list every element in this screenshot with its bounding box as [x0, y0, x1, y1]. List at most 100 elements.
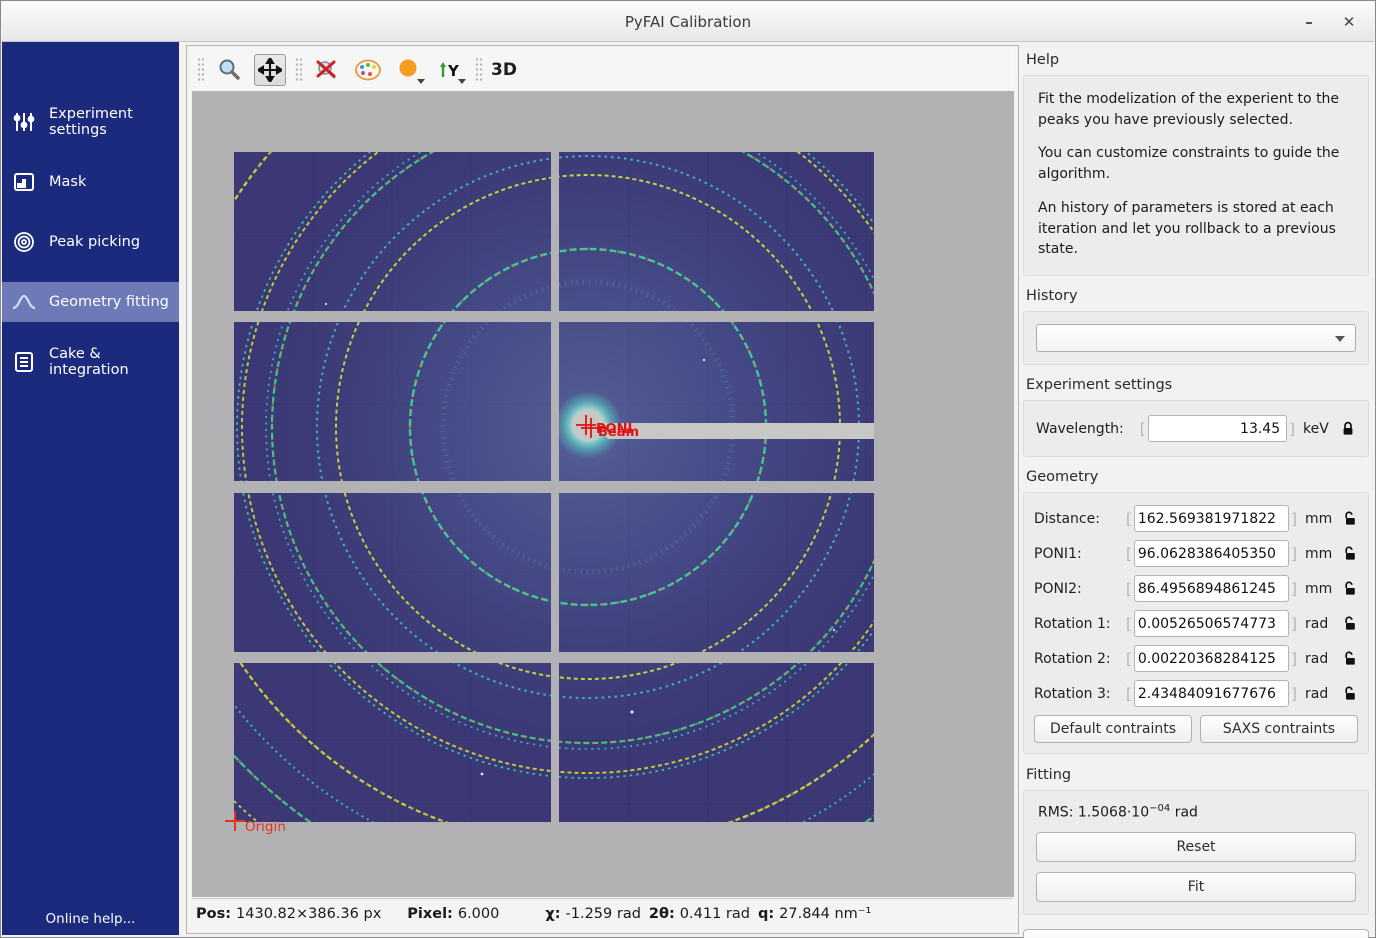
lock-open-icon[interactable]: [1341, 581, 1358, 596]
wavelength-unit: keV: [1303, 421, 1339, 437]
right-panel: Help Fit the modelization of the experie…: [1023, 45, 1369, 934]
plot-toolbar: Y 3D: [191, 49, 1014, 90]
help-paragraph: An history of parameters is stored at ea…: [1038, 198, 1354, 260]
rms-value: RMS: 1.5068·10−04 rad: [1038, 803, 1354, 821]
sidebar-item-mask[interactable]: Mask: [2, 162, 179, 202]
history-section: [1023, 311, 1369, 365]
pan-arrows-icon: [258, 58, 282, 82]
poni2-input[interactable]: [1134, 575, 1289, 602]
beam-label: Beam: [598, 425, 639, 440]
sidebar-item-label: Mask: [49, 174, 86, 190]
titlebar: PyFAI Calibration – ✕: [2, 2, 1374, 42]
window-title: PyFAI Calibration: [2, 13, 1374, 31]
rotation1-field: Rotation 1: [ ] rad: [1034, 610, 1358, 637]
pan-button[interactable]: [254, 54, 286, 86]
history-section-title: History: [1026, 288, 1367, 304]
sidebar-item-label: Cake & integration: [49, 346, 179, 378]
sidebar-item-label: Geometry fitting: [49, 294, 169, 310]
palette-icon: [354, 58, 382, 82]
sidebar-item-cake-integration[interactable]: Cake & integration: [2, 342, 179, 382]
zoom-button[interactable]: [213, 54, 245, 86]
online-help-link[interactable]: Online help...: [2, 911, 179, 927]
experiment-settings-section: Wavelength: [ ] keV: [1023, 400, 1369, 457]
chevron-down-icon: [458, 79, 466, 84]
status-chi-label: χ:: [545, 906, 560, 922]
origin-label: Origin: [245, 819, 286, 835]
status-pixel-value: 6.000: [458, 906, 500, 922]
status-q-value: 27.844 nm⁻¹: [779, 906, 871, 922]
lock-open-icon[interactable]: [1341, 651, 1358, 666]
toolbar-drag-handle[interactable]: [197, 57, 204, 83]
sidebar-item-label: Experiment settings: [49, 106, 179, 138]
toolbar-drag-handle[interactable]: [295, 57, 302, 83]
rotation2-field: Rotation 2: [ ] rad: [1034, 645, 1358, 672]
close-button[interactable]: ✕: [1336, 10, 1362, 34]
orange-circle-icon: [398, 59, 420, 81]
experiment-settings-title: Experiment settings: [1026, 377, 1367, 393]
view-3d-button[interactable]: 3D: [491, 60, 517, 80]
help-paragraph: Fit the modelization of the experient to…: [1038, 89, 1354, 130]
saxs-constraints-button[interactable]: SAXS contraints: [1200, 715, 1358, 743]
lock-open-icon[interactable]: [1341, 686, 1358, 701]
next-button[interactable]: Next >: [1023, 929, 1369, 938]
rotation1-input[interactable]: [1134, 610, 1289, 637]
wavelength-label: Wavelength:: [1036, 421, 1124, 437]
lock-closed-icon[interactable]: [1339, 421, 1356, 436]
wavelength-input[interactable]: [1148, 415, 1288, 442]
sidebar-item-geometry-fitting[interactable]: Geometry fitting: [2, 282, 179, 322]
fitting-section: RMS: 1.5068·10−04 rad Reset Fit: [1023, 790, 1369, 915]
history-combobox[interactable]: [1036, 324, 1356, 352]
geometry-section: Distance: [ ] mm PONI1: [ ] mm: [1023, 492, 1369, 754]
zoom-reset-button[interactable]: [311, 54, 343, 86]
chevron-down-icon: [417, 79, 425, 84]
toolbar-drag-handle[interactable]: [475, 57, 482, 83]
help-section-title: Help: [1026, 52, 1367, 68]
marker-style-button[interactable]: [393, 54, 425, 86]
lock-open-icon[interactable]: [1341, 511, 1358, 526]
sidebar: Experiment settings Mask Peak picking Ge…: [2, 42, 179, 935]
poni1-input[interactable]: [1134, 540, 1289, 567]
distance-field: Distance: [ ] mm: [1034, 505, 1358, 532]
geometry-section-title: Geometry: [1026, 469, 1367, 485]
wavelength-field: Wavelength: [ ] keV: [1036, 415, 1356, 442]
status-2theta-label: 2θ:: [649, 906, 675, 922]
distance-input[interactable]: [1134, 505, 1289, 532]
peak-curve-icon: [12, 290, 36, 314]
fit-button[interactable]: Fit: [1036, 872, 1356, 902]
status-pos-value: 1430.82×386.36 px: [236, 906, 381, 922]
rotation2-input[interactable]: [1134, 645, 1289, 672]
plot-widget: Y 3D: [186, 45, 1019, 934]
colormap-button[interactable]: [352, 54, 384, 86]
detector-image: PONI Beam Origin: [192, 91, 1014, 897]
chevron-down-icon: [1335, 336, 1345, 342]
sidebar-item-label: Peak picking: [49, 234, 140, 250]
status-q-label: q:: [758, 906, 774, 922]
magnifier-x-icon: [314, 58, 340, 82]
rotation3-field: Rotation 3: [ ] rad: [1034, 680, 1358, 707]
fitting-section-title: Fitting: [1026, 767, 1367, 783]
reset-button[interactable]: Reset: [1036, 832, 1356, 862]
magnifier-icon: [217, 58, 241, 82]
status-pos-label: Pos:: [196, 906, 231, 922]
default-constraints-button[interactable]: Default contraints: [1034, 715, 1192, 743]
rotation3-input[interactable]: [1134, 680, 1289, 707]
axis-orientation-button[interactable]: Y: [434, 54, 466, 86]
plot-canvas[interactable]: PONI Beam Origin: [192, 91, 1014, 897]
status-2theta-value: 0.411 rad: [680, 906, 750, 922]
minimize-button[interactable]: –: [1296, 10, 1322, 34]
status-chi-value: -1.259 rad: [566, 906, 641, 922]
lock-open-icon[interactable]: [1341, 616, 1358, 631]
statusbar: Pos: 1430.82×386.36 px Pixel: 6.000 χ: -…: [192, 898, 1013, 929]
help-paragraph: You can customize constraints to guide t…: [1038, 143, 1354, 184]
document-icon: [12, 350, 36, 374]
sidebar-item-experiment-settings[interactable]: Experiment settings: [2, 102, 179, 142]
poni1-field: PONI1: [ ] mm: [1034, 540, 1358, 567]
poni2-field: PONI2: [ ] mm: [1034, 575, 1358, 602]
svg-text:Y: Y: [447, 62, 460, 80]
sidebar-item-peak-picking[interactable]: Peak picking: [2, 222, 179, 262]
concentric-rings-icon: [12, 230, 36, 254]
status-pixel-label: Pixel:: [407, 906, 453, 922]
sliders-icon: [12, 110, 36, 134]
app-window: PyFAI Calibration – ✕ Experiment setting…: [0, 0, 1376, 938]
lock-open-icon[interactable]: [1341, 546, 1358, 561]
